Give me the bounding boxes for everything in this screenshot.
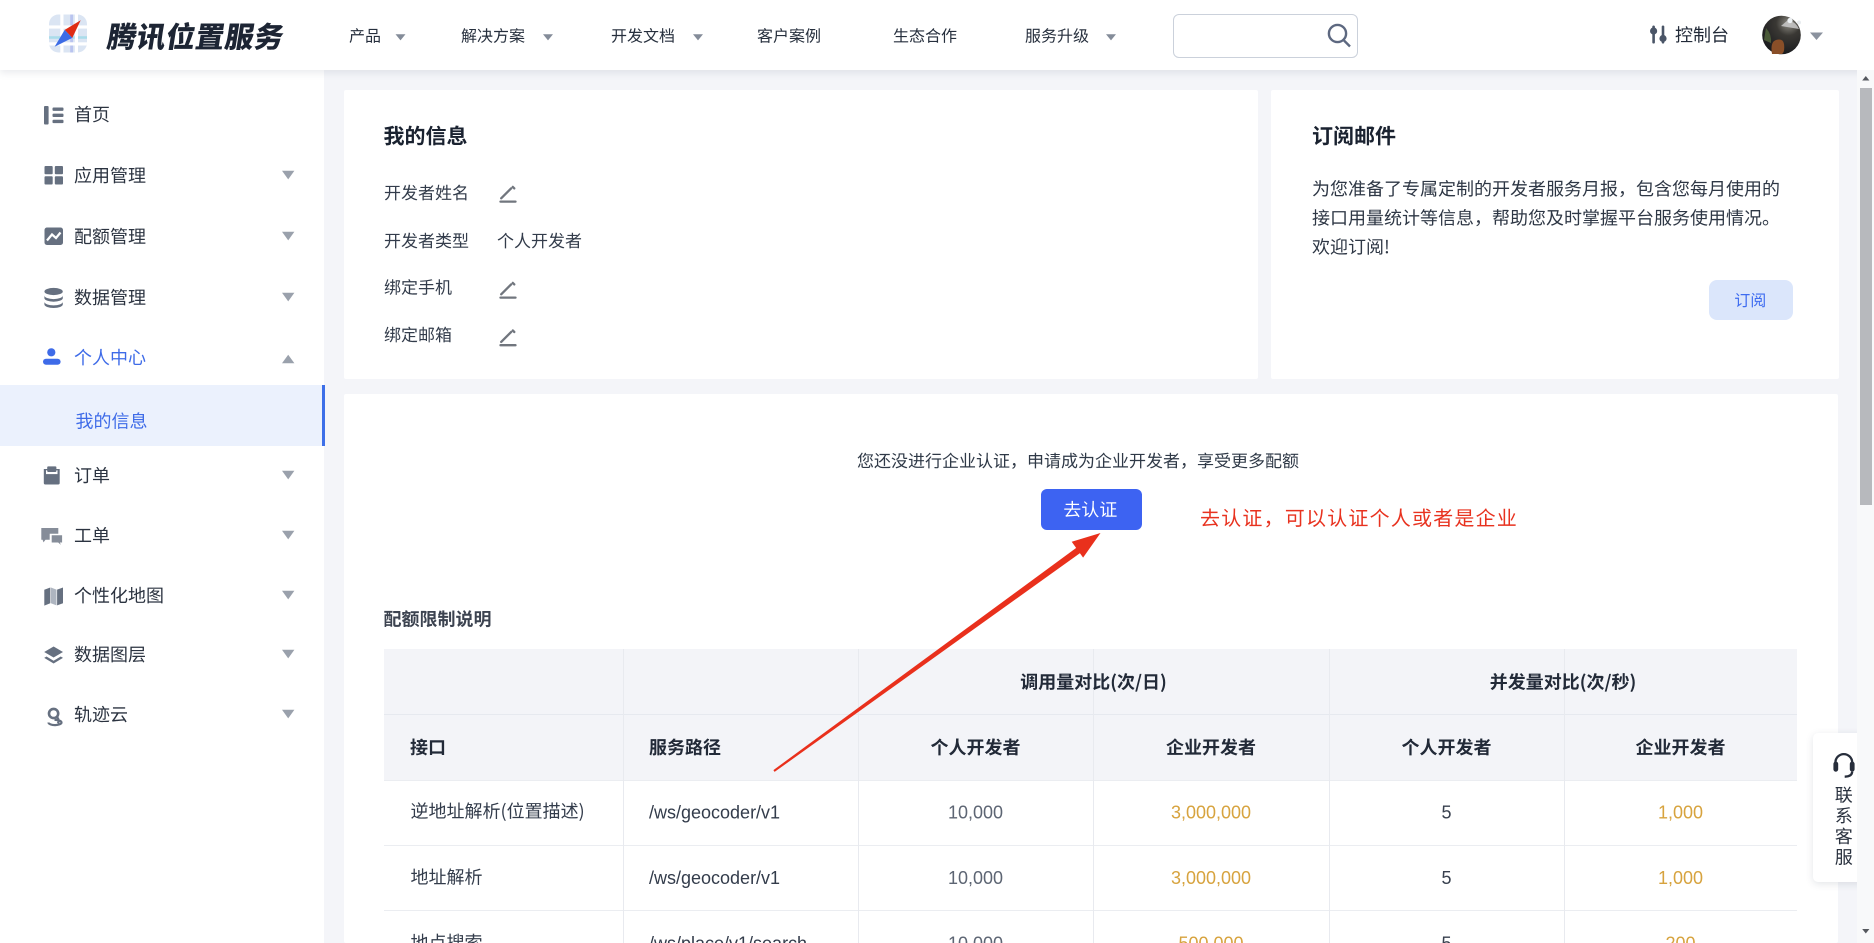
svg-text:3,000,000: 3,000,000 [1171, 868, 1251, 888]
svg-text:500,000: 500,000 [1178, 934, 1243, 943]
svg-text:10,000: 10,000 [948, 802, 1003, 822]
svg-text:5: 5 [1441, 802, 1451, 822]
svg-text:1,000: 1,000 [1658, 802, 1703, 822]
svg-text:10,000: 10,000 [948, 868, 1003, 888]
svg-text:10,000: 10,000 [948, 934, 1003, 943]
svg-text:5: 5 [1441, 934, 1451, 943]
svg-text:1,000: 1,000 [1658, 868, 1703, 888]
svg-text:3,000,000: 3,000,000 [1171, 802, 1251, 822]
svg-text:/ws/place/v1/search: /ws/place/v1/search [649, 934, 807, 943]
svg-text:/ws/geocoder/v1: /ws/geocoder/v1 [649, 802, 780, 822]
svg-text:/ws/geocoder/v1: /ws/geocoder/v1 [649, 868, 780, 888]
svg-text:5: 5 [1441, 868, 1451, 888]
svg-text:200: 200 [1665, 934, 1695, 943]
